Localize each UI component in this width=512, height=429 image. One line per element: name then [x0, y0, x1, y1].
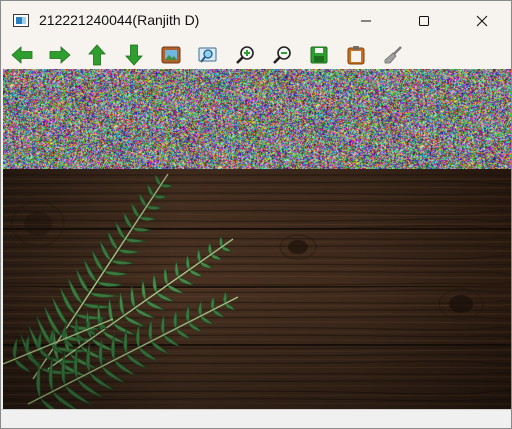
clear-button[interactable] [381, 43, 405, 67]
zoom-fit-icon [198, 47, 217, 63]
status-bar [1, 409, 511, 428]
previous-button[interactable] [10, 43, 34, 67]
clipboard-icon [347, 46, 365, 65]
fern-on-wood-photo [3, 169, 511, 409]
noise-image-region [3, 69, 511, 169]
image-canvas[interactable] [3, 69, 511, 409]
minimize-button[interactable] [337, 1, 395, 41]
zoom-out-icon [273, 46, 291, 64]
image-button[interactable] [159, 43, 183, 67]
save-icon [310, 46, 328, 64]
save-button[interactable] [307, 43, 331, 67]
maximize-button[interactable] [395, 1, 453, 41]
next-button[interactable] [48, 43, 72, 67]
close-icon [476, 15, 488, 27]
close-button[interactable] [453, 1, 511, 41]
zoom-in-icon [236, 46, 254, 64]
zoom-in-button[interactable] [233, 43, 257, 67]
minimize-icon [361, 20, 371, 22]
arrow-down-icon [125, 44, 143, 66]
brush-icon [384, 46, 402, 64]
app-icon [13, 14, 29, 27]
up-button[interactable] [85, 43, 109, 67]
clipboard-button[interactable] [344, 43, 368, 67]
arrow-right-icon [49, 46, 71, 64]
title-bar: 212221240044(Ranjith D) [1, 1, 511, 41]
zoom-out-button[interactable] [270, 43, 294, 67]
window-title: 212221240044(Ranjith D) [39, 12, 200, 28]
toolbar [1, 41, 511, 69]
arrow-left-icon [11, 46, 33, 64]
maximize-icon [419, 16, 429, 26]
image-icon [161, 46, 181, 64]
arrow-up-icon [88, 44, 106, 66]
image-viewer-window: 212221240044(Ranjith D) [0, 0, 512, 429]
zoom-fit-button[interactable] [196, 43, 220, 67]
down-button[interactable] [122, 43, 146, 67]
